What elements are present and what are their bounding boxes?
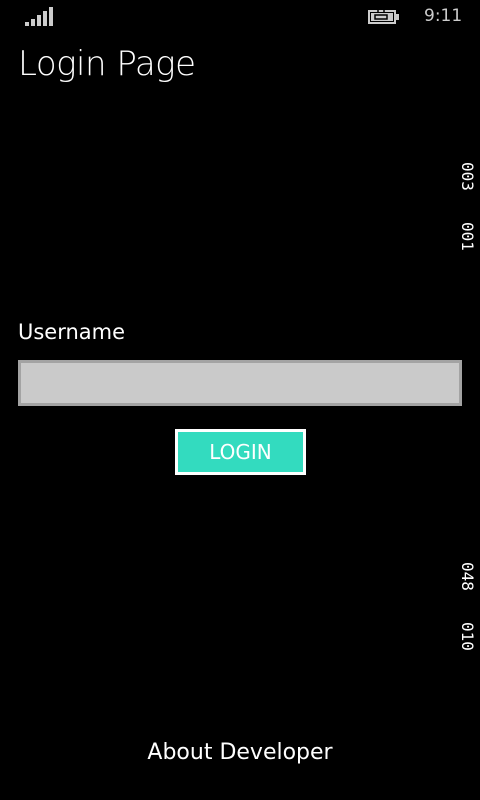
clock: 9:11	[424, 6, 463, 26]
side-label: 001	[458, 222, 477, 251]
username-input[interactable]	[18, 360, 462, 406]
side-label: 010	[458, 622, 477, 651]
username-label: Username	[18, 320, 126, 344]
side-label: 048	[458, 562, 477, 591]
login-button[interactable]: LOGIN	[175, 429, 306, 475]
signal-bars-icon	[25, 7, 53, 26]
side-label: 003	[458, 162, 477, 191]
about-developer-link[interactable]: About Developer	[0, 740, 480, 765]
battery-charging-icon	[368, 10, 399, 24]
page-title: Login Page	[18, 44, 196, 84]
